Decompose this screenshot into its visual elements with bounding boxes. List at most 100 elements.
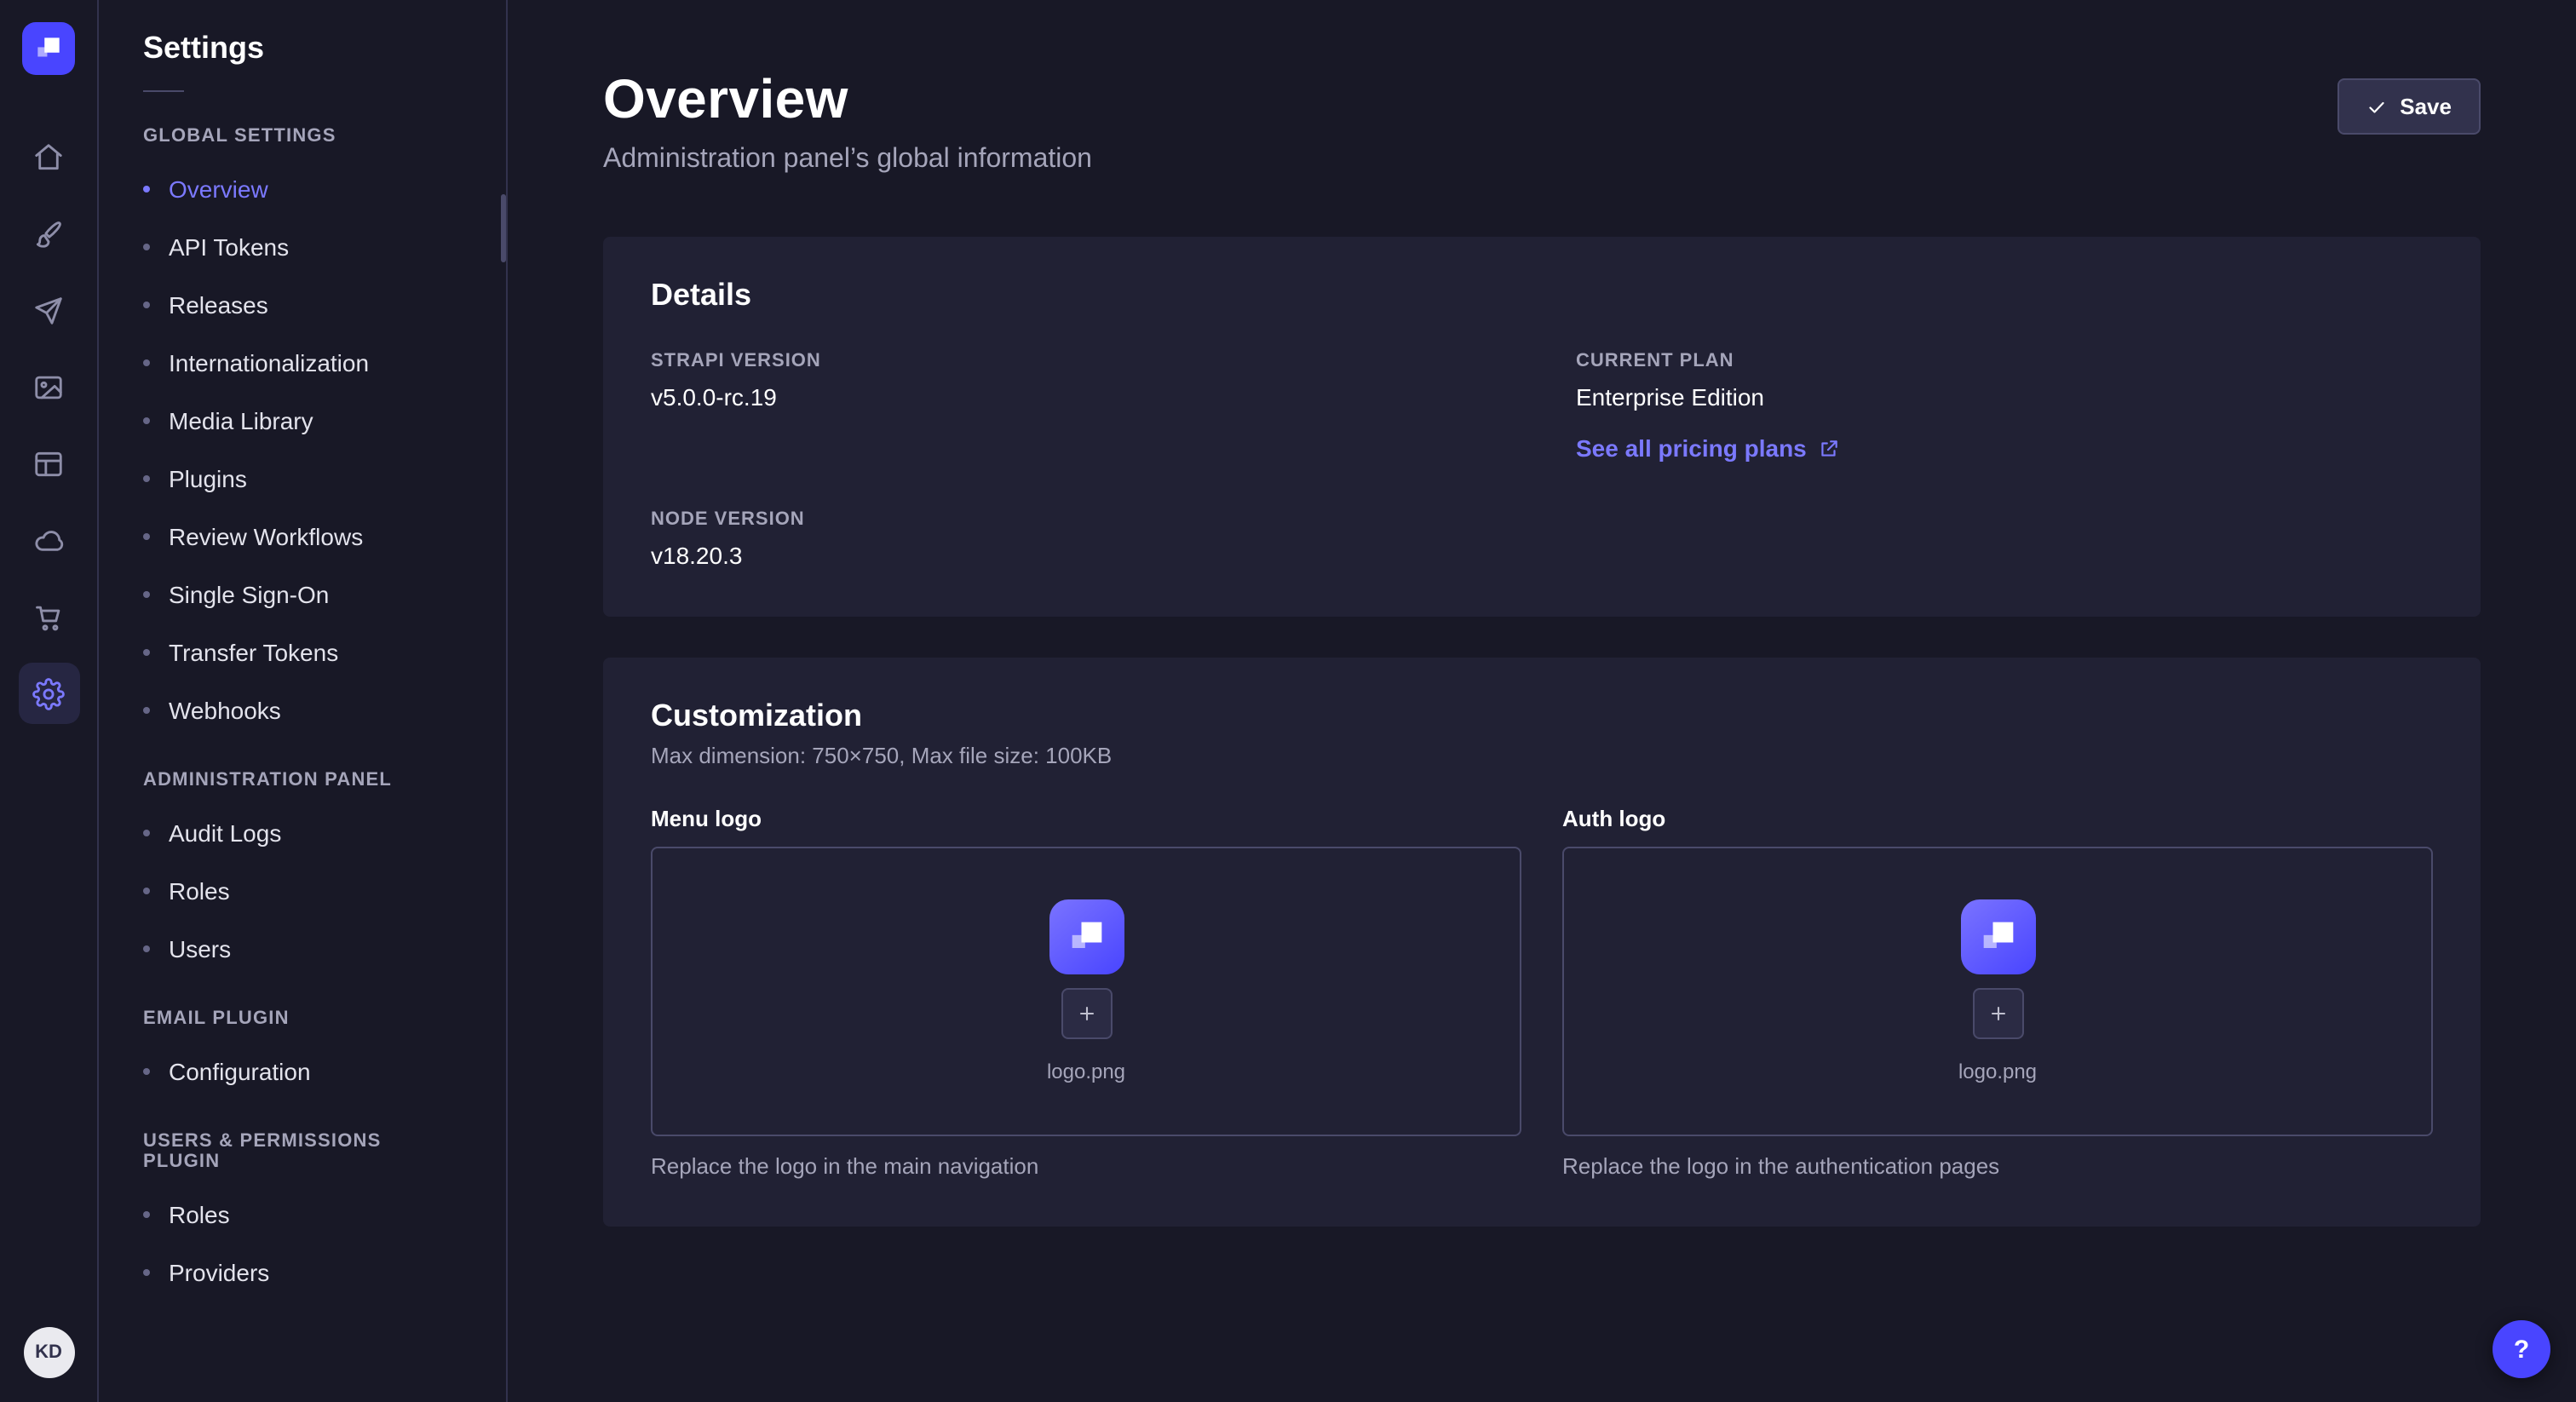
nav-item-internationalization[interactable]: Internationalization [99, 334, 506, 392]
content-manager-layout-icon[interactable] [18, 433, 79, 494]
nav-item-api-tokens[interactable]: API Tokens [99, 218, 506, 276]
field-label: CURRENT PLAN [1576, 351, 2433, 371]
bullet-icon [143, 1269, 150, 1276]
home-icon[interactable] [18, 126, 79, 187]
nav-item-label: Review Workflows [169, 523, 363, 550]
strapi-version-field: STRAPI VERSION v5.0.0-rc.19 [651, 351, 1508, 465]
media-library-image-icon[interactable] [18, 356, 79, 417]
nav-item-label: Webhooks [169, 697, 281, 724]
auth-logo-caption: Replace the logo in the authentication p… [1562, 1153, 2433, 1179]
menu-logo-filename: logo.png [1047, 1060, 1125, 1083]
nav-item-admin-roles[interactable]: Roles [99, 862, 506, 920]
auth-logo-filename: logo.png [1958, 1060, 2037, 1083]
nav-item-transfer-tokens[interactable]: Transfer Tokens [99, 623, 506, 681]
nav-item-up-providers[interactable]: Providers [99, 1244, 506, 1301]
page-title: Overview [603, 68, 1092, 131]
auth-logo-upload: Auth logo logo.png Replac [1562, 806, 2433, 1179]
nav-item-up-roles[interactable]: Roles [99, 1186, 506, 1244]
menu-logo-label: Menu logo [651, 806, 1521, 831]
menu-logo-add-button[interactable] [1061, 988, 1112, 1039]
subnav-title: Settings [99, 31, 506, 66]
nav-item-webhooks[interactable]: Webhooks [99, 681, 506, 739]
nav-item-overview[interactable]: Overview [99, 160, 506, 218]
details-card: Details STRAPI VERSION v5.0.0-rc.19 CURR… [603, 237, 2481, 617]
strapi-logo-glyph [32, 32, 65, 65]
auth-logo-preview [1960, 899, 2035, 974]
customization-card: Customization Max dimension: 750×750, Ma… [603, 658, 2481, 1227]
field-label: NODE VERSION [651, 509, 1508, 530]
nav-item-label: Users [169, 935, 231, 962]
customization-card-subtitle: Max dimension: 750×750, Max file size: 1… [651, 743, 2433, 768]
nav-item-audit-logs[interactable]: Audit Logs [99, 804, 506, 862]
main-content: Overview Administration panel’s global i… [508, 0, 2576, 1402]
user-avatar[interactable]: KD [23, 1327, 74, 1378]
bullet-icon [143, 533, 150, 540]
nav-item-releases[interactable]: Releases [99, 276, 506, 334]
menu-logo-dropzone[interactable]: logo.png [651, 847, 1521, 1136]
nav-item-label: Single Sign-On [169, 581, 329, 608]
check-icon [2366, 96, 2386, 117]
save-button[interactable]: Save [2337, 78, 2481, 135]
section-heading-global-settings: GLOBAL SETTINGS [99, 95, 506, 160]
strapi-logo-glyph [1064, 915, 1108, 959]
customization-card-title: Customization [651, 698, 2433, 734]
pricing-plans-link[interactable]: See all pricing plans [1576, 434, 1841, 462]
cloud-icon[interactable] [18, 509, 79, 571]
nav-item-label: Roles [169, 877, 230, 905]
bullet-icon [143, 359, 150, 366]
strapi-logo-glyph [1975, 915, 2020, 959]
current-plan-field: CURRENT PLAN Enterprise Edition See all … [1576, 351, 2433, 465]
section-heading-users-permissions-plugin: USERS & PERMISSIONS PLUGIN [99, 1100, 506, 1186]
bullet-icon [143, 1068, 150, 1075]
strapi-logo[interactable] [22, 22, 75, 75]
bullet-icon [143, 649, 150, 656]
details-card-title: Details [651, 278, 2433, 313]
bullet-icon [143, 830, 150, 836]
settings-subnav: Settings GLOBAL SETTINGS Overview API To… [99, 0, 508, 1402]
field-value: v18.20.3 [651, 542, 1508, 569]
app-window: KD Settings GLOBAL SETTINGS Overview API… [0, 0, 2576, 1402]
nav-item-media-library[interactable]: Media Library [99, 392, 506, 450]
nav-item-label: Media Library [169, 407, 313, 434]
nav-item-label: Releases [169, 291, 268, 319]
nav-item-label: Configuration [169, 1058, 311, 1085]
plus-icon [1986, 1002, 2010, 1026]
send-paper-plane-icon[interactable] [18, 279, 79, 341]
content-type-builder-brush-icon[interactable] [18, 203, 79, 264]
field-label: STRAPI VERSION [651, 351, 1508, 371]
field-value: Enterprise Edition [1576, 383, 2433, 411]
save-button-label: Save [2400, 94, 2452, 119]
subnav-divider [143, 90, 184, 92]
auth-logo-add-button[interactable] [1972, 988, 2023, 1039]
settings-gear-icon[interactable] [18, 663, 79, 724]
nav-item-plugins[interactable]: Plugins [99, 450, 506, 508]
auth-logo-dropzone[interactable]: logo.png [1562, 847, 2433, 1136]
subnav-scrollbar-thumb[interactable] [501, 194, 506, 262]
nav-item-label: Providers [169, 1259, 269, 1286]
question-mark-icon: ? [2514, 1335, 2529, 1364]
page-header: Overview Administration panel’s global i… [603, 68, 2481, 175]
icon-rail: KD [0, 0, 99, 1402]
nav-item-single-sign-on[interactable]: Single Sign-On [99, 566, 506, 623]
bullet-icon [143, 186, 150, 192]
pricing-plans-link-label: See all pricing plans [1576, 434, 1807, 462]
help-button[interactable]: ? [2493, 1320, 2550, 1378]
bullet-icon [143, 302, 150, 308]
nav-item-label: Audit Logs [169, 819, 281, 847]
plus-icon [1074, 1002, 1098, 1026]
bullet-icon [143, 1211, 150, 1218]
nav-item-email-configuration[interactable]: Configuration [99, 1043, 506, 1100]
bullet-icon [143, 244, 150, 250]
nav-item-label: Internationalization [169, 349, 369, 376]
section-heading-administration-panel: ADMINISTRATION PANEL [99, 739, 506, 804]
marketplace-cart-icon[interactable] [18, 586, 79, 647]
nav-item-admin-users[interactable]: Users [99, 920, 506, 978]
external-link-icon [1819, 437, 1841, 459]
bullet-icon [143, 417, 150, 424]
nav-item-label: Transfer Tokens [169, 639, 338, 666]
nav-item-review-workflows[interactable]: Review Workflows [99, 508, 506, 566]
nav-item-label: Plugins [169, 465, 247, 492]
bullet-icon [143, 945, 150, 952]
bullet-icon [143, 591, 150, 598]
page-subtitle: Administration panel’s global informatio… [603, 145, 1092, 175]
